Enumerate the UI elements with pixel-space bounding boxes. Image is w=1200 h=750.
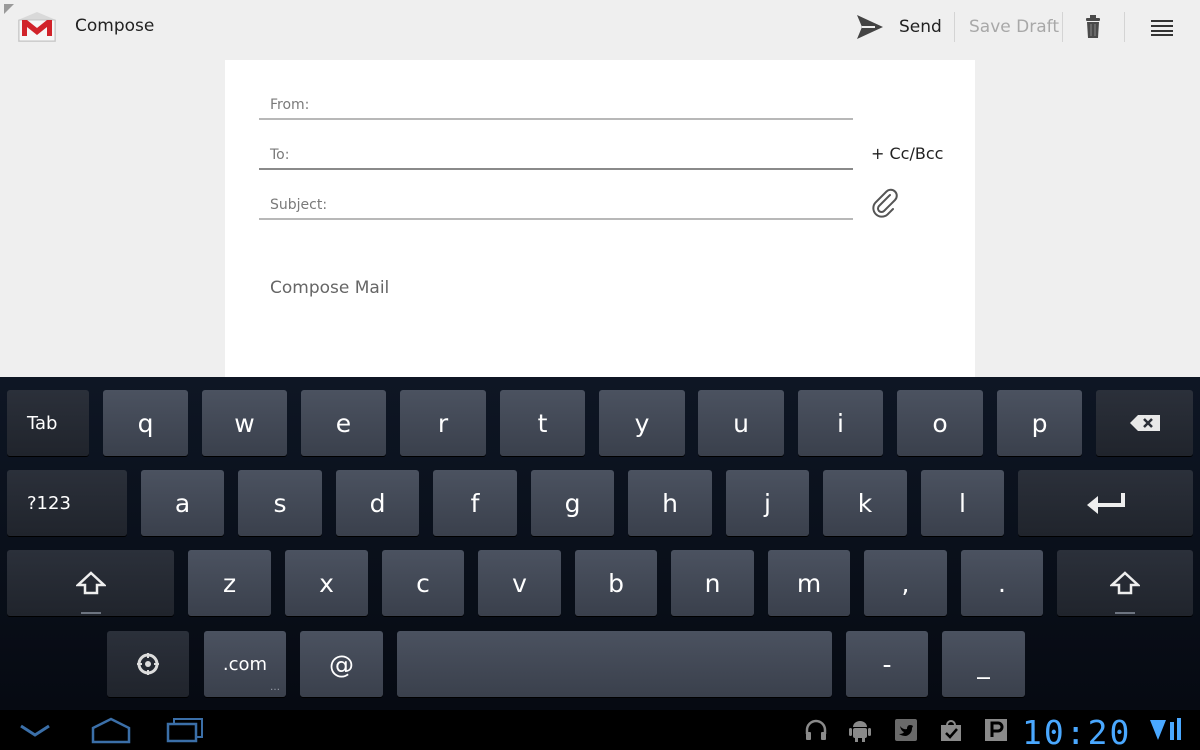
key-n[interactable]: n: [671, 550, 754, 616]
back-icon: [20, 724, 50, 737]
key-tab[interactable]: Tab: [7, 390, 89, 456]
headphones-icon: [804, 718, 828, 746]
key-dotcom[interactable]: .com …: [204, 631, 286, 697]
key-dotcom-label: .com: [222, 653, 268, 675]
cc-bcc-button[interactable]: + Cc/Bcc: [871, 144, 943, 163]
to-field[interactable]: To:: [259, 130, 853, 170]
corner-indicator: [4, 4, 14, 14]
action-bar: Compose Send Save Draft: [0, 0, 1200, 54]
enter-icon: [1086, 493, 1125, 514]
message-body[interactable]: Compose Mail: [270, 278, 389, 298]
system-bar: 10:20: [0, 710, 1200, 750]
key-enter[interactable]: [1018, 470, 1193, 536]
key-space[interactable]: [397, 631, 832, 697]
shift-icon: [1110, 571, 1140, 595]
divider: [1124, 12, 1125, 42]
key-k[interactable]: k: [823, 470, 907, 536]
attachment-icon: [872, 188, 898, 218]
more-options-indicator: …: [270, 682, 280, 693]
android-icon: [849, 718, 871, 746]
key-m[interactable]: m: [768, 550, 850, 616]
overflow-menu-icon: [1151, 20, 1173, 36]
discard-button[interactable]: [1083, 0, 1103, 54]
clock[interactable]: 10:20: [1022, 713, 1131, 750]
shopping-bag-icon: [939, 718, 963, 746]
subject-field[interactable]: Subject:: [259, 180, 853, 220]
key-l[interactable]: l: [921, 470, 1004, 536]
key-hyphen[interactable]: -: [846, 631, 928, 697]
key-y[interactable]: y: [599, 390, 685, 456]
key-j[interactable]: j: [726, 470, 809, 536]
key-u[interactable]: u: [698, 390, 784, 456]
key-p[interactable]: p: [997, 390, 1082, 456]
key-e[interactable]: e: [301, 390, 386, 456]
key-shift-right[interactable]: [1057, 550, 1193, 616]
recent-apps-icon: [166, 718, 203, 743]
send-button[interactable]: Send: [855, 0, 942, 54]
page-title: Compose: [75, 16, 155, 36]
divider: [954, 12, 955, 42]
from-label: From:: [270, 97, 310, 113]
key-a[interactable]: a: [141, 470, 224, 536]
key-g[interactable]: g: [531, 470, 614, 536]
send-icon: [857, 15, 883, 39]
twitter-icon: [894, 718, 918, 746]
key-d[interactable]: d: [336, 470, 419, 536]
signal-icon: [1148, 716, 1192, 748]
attach-button[interactable]: [870, 188, 900, 222]
home-icon: [91, 717, 131, 744]
key-shift-left[interactable]: [7, 550, 174, 616]
key-s[interactable]: s: [238, 470, 322, 536]
trash-icon: [1086, 15, 1100, 38]
key-backspace[interactable]: [1096, 390, 1193, 456]
key-r[interactable]: r: [400, 390, 486, 456]
save-draft-button[interactable]: Save Draft: [969, 0, 1059, 54]
overflow-menu-button[interactable]: [1151, 0, 1173, 54]
key-period[interactable]: .: [961, 550, 1043, 616]
send-label: Send: [899, 17, 942, 37]
key-i[interactable]: i: [798, 390, 883, 456]
key-symbols[interactable]: ?123: [7, 470, 127, 536]
key-underscore[interactable]: _: [942, 631, 1025, 697]
key-h[interactable]: h: [628, 470, 712, 536]
key-z[interactable]: z: [188, 550, 271, 616]
divider: [1062, 12, 1063, 42]
shift-indicator: [80, 612, 101, 614]
backspace-icon: [1129, 415, 1160, 431]
key-comma[interactable]: ,: [864, 550, 947, 616]
key-b[interactable]: b: [575, 550, 657, 616]
to-label: To:: [270, 147, 290, 163]
p-app-icon: [984, 718, 1008, 746]
key-w[interactable]: w: [202, 390, 287, 456]
recent-apps-button[interactable]: [166, 710, 204, 750]
key-v[interactable]: v: [478, 550, 561, 616]
from-field[interactable]: From:: [259, 80, 853, 120]
back-button[interactable]: [18, 710, 52, 750]
key-t[interactable]: t: [500, 390, 585, 456]
shift-indicator: [1115, 612, 1135, 614]
soft-keyboard: Tab q w e r t y u i o p ?123 a s d f g h…: [0, 377, 1200, 710]
shift-icon: [75, 571, 106, 595]
key-o[interactable]: o: [897, 390, 983, 456]
key-x[interactable]: x: [285, 550, 368, 616]
settings-icon: [137, 653, 159, 675]
compose-card: From: To: + Cc/Bcc Subject: Compose Mail: [225, 60, 975, 378]
key-f[interactable]: f: [433, 470, 517, 536]
home-button[interactable]: [90, 710, 132, 750]
subject-label: Subject:: [270, 197, 328, 213]
key-q[interactable]: q: [103, 390, 188, 456]
key-settings[interactable]: [107, 631, 189, 697]
key-at[interactable]: @: [300, 631, 383, 697]
gmail-icon[interactable]: [16, 10, 58, 44]
key-c[interactable]: c: [382, 550, 464, 616]
